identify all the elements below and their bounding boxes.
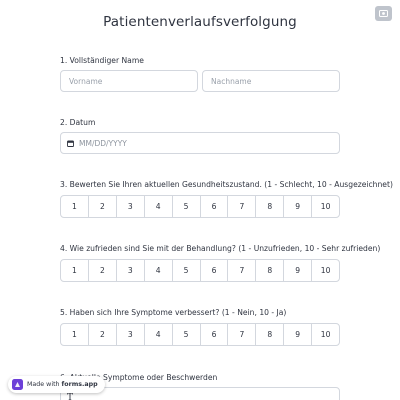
badge-brand: forms.app xyxy=(61,381,98,388)
date-input[interactable]: MM/DD/YYYY xyxy=(60,132,340,154)
health-rating-scale: 1 2 3 4 5 6 7 8 9 10 xyxy=(60,195,341,218)
health-option[interactable]: 9 xyxy=(283,195,313,218)
satisfaction-option[interactable]: 1 xyxy=(60,259,89,282)
improvement-option[interactable]: 10 xyxy=(311,323,341,346)
satisfaction-rating-scale: 1 2 3 4 5 6 7 8 9 10 xyxy=(60,259,341,282)
satisfaction-option[interactable]: 7 xyxy=(227,259,257,282)
satisfaction-option[interactable]: 8 xyxy=(255,259,285,282)
calendar-icon xyxy=(67,140,74,147)
question-satisfaction-label: 4. Wie zufrieden sind Sie mit der Behand… xyxy=(60,244,381,253)
improvement-option[interactable]: 9 xyxy=(283,323,313,346)
last-name-input[interactable] xyxy=(202,70,340,92)
health-option[interactable]: 7 xyxy=(227,195,257,218)
improvement-option[interactable]: 2 xyxy=(87,323,117,346)
form-title: Patientenverlaufsverfolgung xyxy=(103,14,297,30)
improvement-option[interactable]: 4 xyxy=(143,323,173,346)
health-option[interactable]: 4 xyxy=(143,195,173,218)
health-option[interactable]: 1 xyxy=(60,195,89,218)
improvement-option[interactable]: 5 xyxy=(171,323,201,346)
improvement-option[interactable]: 7 xyxy=(227,323,257,346)
satisfaction-option[interactable]: 10 xyxy=(311,259,341,282)
health-option[interactable]: 2 xyxy=(87,195,117,218)
text-format-icon: T xyxy=(67,393,74,400)
improvement-option[interactable]: 8 xyxy=(255,323,285,346)
first-name-input[interactable] xyxy=(60,70,198,92)
date-placeholder: MM/DD/YYYY xyxy=(79,138,127,148)
health-option[interactable]: 5 xyxy=(171,195,201,218)
satisfaction-option[interactable]: 5 xyxy=(171,259,201,282)
forms-app-logo-icon xyxy=(12,379,23,390)
improvement-option[interactable]: 3 xyxy=(115,323,145,346)
question-improvement-label: 5. Haben sich Ihre Symptome verbessert? … xyxy=(60,308,287,317)
health-option[interactable]: 8 xyxy=(255,195,285,218)
health-option[interactable]: 10 xyxy=(311,195,341,218)
badge-prefix: Made with xyxy=(27,381,60,388)
question-health-label: 3. Bewerten Sie Ihren aktuellen Gesundhe… xyxy=(60,180,393,189)
satisfaction-option[interactable]: 2 xyxy=(87,259,117,282)
satisfaction-option[interactable]: 3 xyxy=(115,259,145,282)
question-date-label: 2. Datum xyxy=(60,118,96,127)
satisfaction-option[interactable]: 9 xyxy=(283,259,313,282)
satisfaction-option[interactable]: 4 xyxy=(143,259,173,282)
image-icon xyxy=(379,10,388,17)
made-with-badge[interactable]: Made with forms.app xyxy=(8,376,105,393)
satisfaction-option[interactable]: 6 xyxy=(199,259,229,282)
corner-menu-button[interactable] xyxy=(375,6,392,21)
health-option[interactable]: 6 xyxy=(199,195,229,218)
improvement-option[interactable]: 1 xyxy=(60,323,89,346)
question-full-name-label: 1. Vollständiger Name xyxy=(60,56,144,65)
improvement-option[interactable]: 6 xyxy=(199,323,229,346)
health-option[interactable]: 3 xyxy=(115,195,145,218)
improvement-rating-scale: 1 2 3 4 5 6 7 8 9 10 xyxy=(60,323,341,346)
